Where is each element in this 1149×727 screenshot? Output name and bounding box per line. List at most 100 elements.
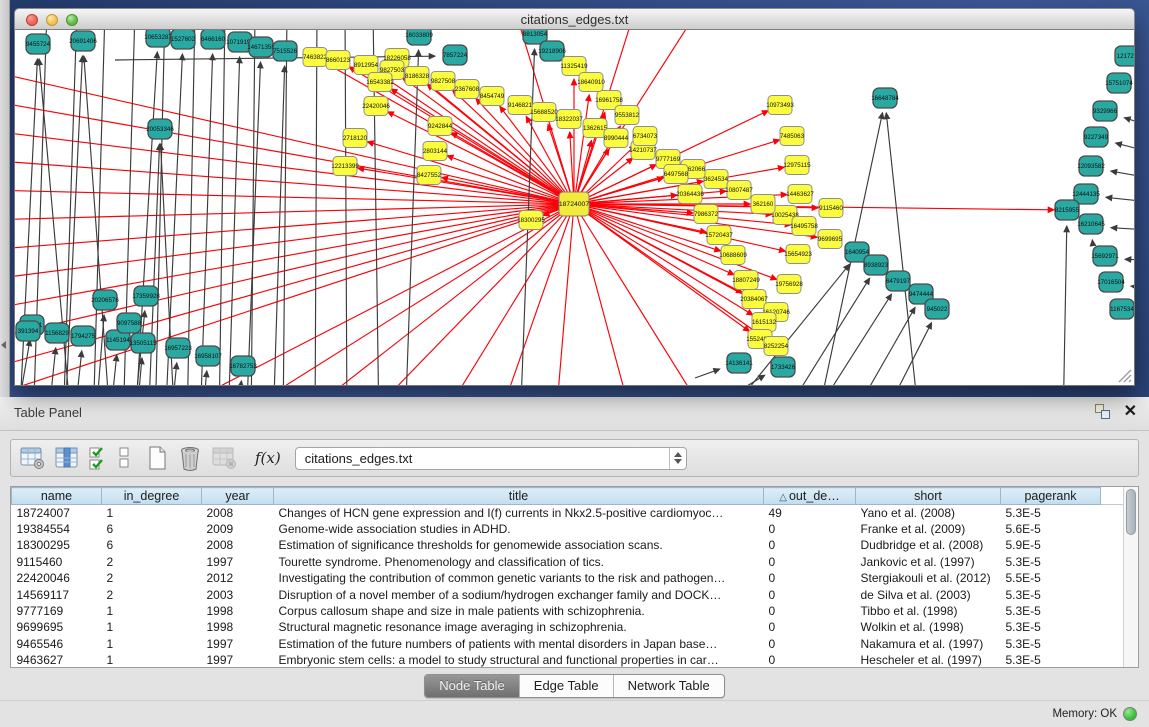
- column-header-short[interactable]: short: [856, 488, 1001, 505]
- graph-node[interactable]: 3624534: [704, 170, 729, 189]
- resize-grip[interactable]: [1119, 370, 1131, 382]
- graph-node[interactable]: 16543382: [366, 73, 394, 92]
- column-header-name[interactable]: name: [12, 488, 102, 505]
- scrollbar-thumb[interactable]: [1126, 489, 1136, 535]
- graph-node[interactable]: 7857224: [443, 45, 468, 65]
- graph-node[interactable]: 7485063: [780, 127, 805, 146]
- table-settings-button[interactable]: [20, 444, 46, 472]
- graph-node[interactable]: 20364436: [676, 185, 704, 204]
- graph-node[interactable]: 9553812: [615, 106, 640, 125]
- table-row[interactable]: 1872400712008Changes of HCN gene express…: [12, 505, 1124, 521]
- table-selector-dropdown[interactable]: citations_edges.txt: [295, 447, 687, 470]
- column-header-out_degree[interactable]: △out_de…: [764, 488, 856, 505]
- table-row[interactable]: 1830029562008Estimation of significance …: [12, 537, 1124, 553]
- close-window-button[interactable]: [26, 14, 38, 26]
- graph-node[interactable]: 8938923: [864, 255, 889, 275]
- column-settings-button[interactable]: [55, 444, 79, 472]
- hub-graph-node[interactable]: 18724007: [559, 192, 589, 216]
- graph-node[interactable]: 13505115: [129, 333, 157, 353]
- graph-node[interactable]: 6497568: [664, 165, 689, 184]
- graph-node[interactable]: 14463627: [786, 185, 814, 204]
- graph-node[interactable]: 15751074: [1105, 73, 1133, 93]
- graph-node[interactable]: 8186328: [405, 67, 430, 86]
- graph-node[interactable]: 945022: [925, 299, 949, 319]
- table-panel-header[interactable]: Table Panel ✕: [0, 397, 1149, 431]
- graph-node[interactable]: 8660123: [326, 51, 351, 70]
- graph-node[interactable]: 10973493: [766, 96, 794, 115]
- window-titlebar[interactable]: citations_edges.txt: [14, 8, 1135, 30]
- graph-node[interactable]: 6479197: [886, 271, 911, 291]
- table-row[interactable]: 946362711997Embryonic stem cells: a mode…: [12, 652, 1124, 668]
- graph-node[interactable]: 1167534: [1110, 299, 1134, 319]
- graph-node[interactable]: 15720437: [705, 226, 733, 245]
- network-view-window[interactable]: citations_edges.txt 94557242069140610653…: [14, 8, 1135, 386]
- table-row[interactable]: 1938455462009Genome-wide association stu…: [12, 521, 1124, 537]
- graph-node[interactable]: 8454749: [480, 87, 505, 106]
- table-row[interactable]: 946554611997Estimation of the future num…: [12, 636, 1124, 652]
- graph-node[interactable]: 1156829: [45, 323, 69, 343]
- graph-node[interactable]: 121724: [1115, 46, 1134, 66]
- graph-node[interactable]: 16033809: [405, 30, 433, 45]
- graph-node[interactable]: 22420046: [362, 97, 390, 116]
- graph-node[interactable]: 7515526: [273, 41, 298, 61]
- graph-node[interactable]: 16958107: [194, 346, 222, 366]
- column-header-title[interactable]: title: [274, 488, 764, 505]
- delete-table-button[interactable]: [212, 444, 238, 472]
- graph-node[interactable]: 1794275: [71, 326, 96, 346]
- select-all-button[interactable]: [88, 444, 108, 472]
- delete-button[interactable]: [177, 444, 203, 472]
- network-canvas-svg[interactable]: 9455724206914061065328715276026466160107…: [15, 30, 1134, 385]
- unselect-all-button[interactable]: [117, 444, 131, 472]
- graph-node[interactable]: 16648784: [871, 88, 899, 108]
- graph-node[interactable]: 15688520: [530, 103, 558, 122]
- graph-node[interactable]: 14136141: [725, 353, 753, 373]
- graph-node[interactable]: 20053346: [146, 119, 174, 139]
- graph-node[interactable]: 9146821: [508, 96, 533, 115]
- column-header-in_degree[interactable]: in_degree: [102, 488, 202, 505]
- graph-node[interactable]: 18300295: [517, 211, 545, 230]
- graph-node[interactable]: 6466160: [201, 30, 226, 49]
- tab-node-table[interactable]: Node Table: [425, 675, 520, 697]
- function-builder-button[interactable]: f(x): [255, 449, 281, 467]
- graph-node[interactable]: 10807487: [725, 181, 753, 200]
- table-scrollbar[interactable]: [1123, 487, 1138, 667]
- left-panel-divider[interactable]: [0, 0, 10, 397]
- graph-node[interactable]: 9115460: [819, 199, 843, 218]
- graph-node[interactable]: 10688609: [719, 246, 747, 265]
- graph-node[interactable]: 6734073: [633, 127, 658, 146]
- graph-node[interactable]: 9242844: [428, 117, 453, 136]
- graph-node[interactable]: 2803144: [423, 142, 448, 161]
- graph-node[interactable]: 17016504: [1097, 272, 1125, 292]
- table-row[interactable]: 969969511998Structural magnetic resonanc…: [12, 619, 1124, 635]
- graph-node[interactable]: 17359928: [132, 286, 160, 306]
- graph-node[interactable]: 18807249: [732, 271, 760, 290]
- graph-node[interactable]: 15692971: [1091, 246, 1119, 266]
- graph-node[interactable]: 9097588: [117, 313, 142, 333]
- graph-node[interactable]: 1527602: [171, 30, 196, 49]
- graph-node[interactable]: 362160: [751, 195, 775, 214]
- graph-node[interactable]: 8990444: [604, 129, 629, 148]
- table-row[interactable]: 911546021997Tourette syndrome. Phenomeno…: [12, 554, 1124, 570]
- graph-node[interactable]: 9227349: [1084, 127, 1109, 147]
- graph-node[interactable]: 9329966: [1093, 101, 1118, 121]
- graph-node[interactable]: 18322037: [555, 110, 583, 129]
- graph-node[interactable]: 9455724: [26, 34, 51, 54]
- new-table-button[interactable]: [146, 444, 168, 472]
- minimize-window-button[interactable]: [46, 14, 58, 26]
- graph-node[interactable]: 20691406: [69, 31, 97, 51]
- graph-node[interactable]: 9699695: [818, 230, 843, 249]
- graph-node[interactable]: 15654923: [784, 245, 812, 264]
- graph-node[interactable]: 14671358: [247, 37, 275, 57]
- close-panel-icon[interactable]: ✕: [1124, 404, 1137, 419]
- graph-node[interactable]: 16957223: [164, 338, 192, 358]
- graph-node[interactable]: 12975115: [783, 156, 811, 175]
- graph-node[interactable]: 19218906: [538, 41, 566, 61]
- tab-edge-table[interactable]: Edge Table: [520, 675, 614, 697]
- float-panel-icon[interactable]: [1095, 404, 1110, 419]
- column-header-year[interactable]: year: [202, 488, 274, 505]
- graph-node[interactable]: 12093582: [1077, 156, 1105, 176]
- graph-node[interactable]: 19756928: [775, 275, 803, 294]
- graph-node[interactable]: 391394: [16, 321, 40, 341]
- graph-node[interactable]: 12213399: [331, 157, 359, 176]
- table-row[interactable]: 1456911722003Disruption of a novel membe…: [12, 586, 1124, 602]
